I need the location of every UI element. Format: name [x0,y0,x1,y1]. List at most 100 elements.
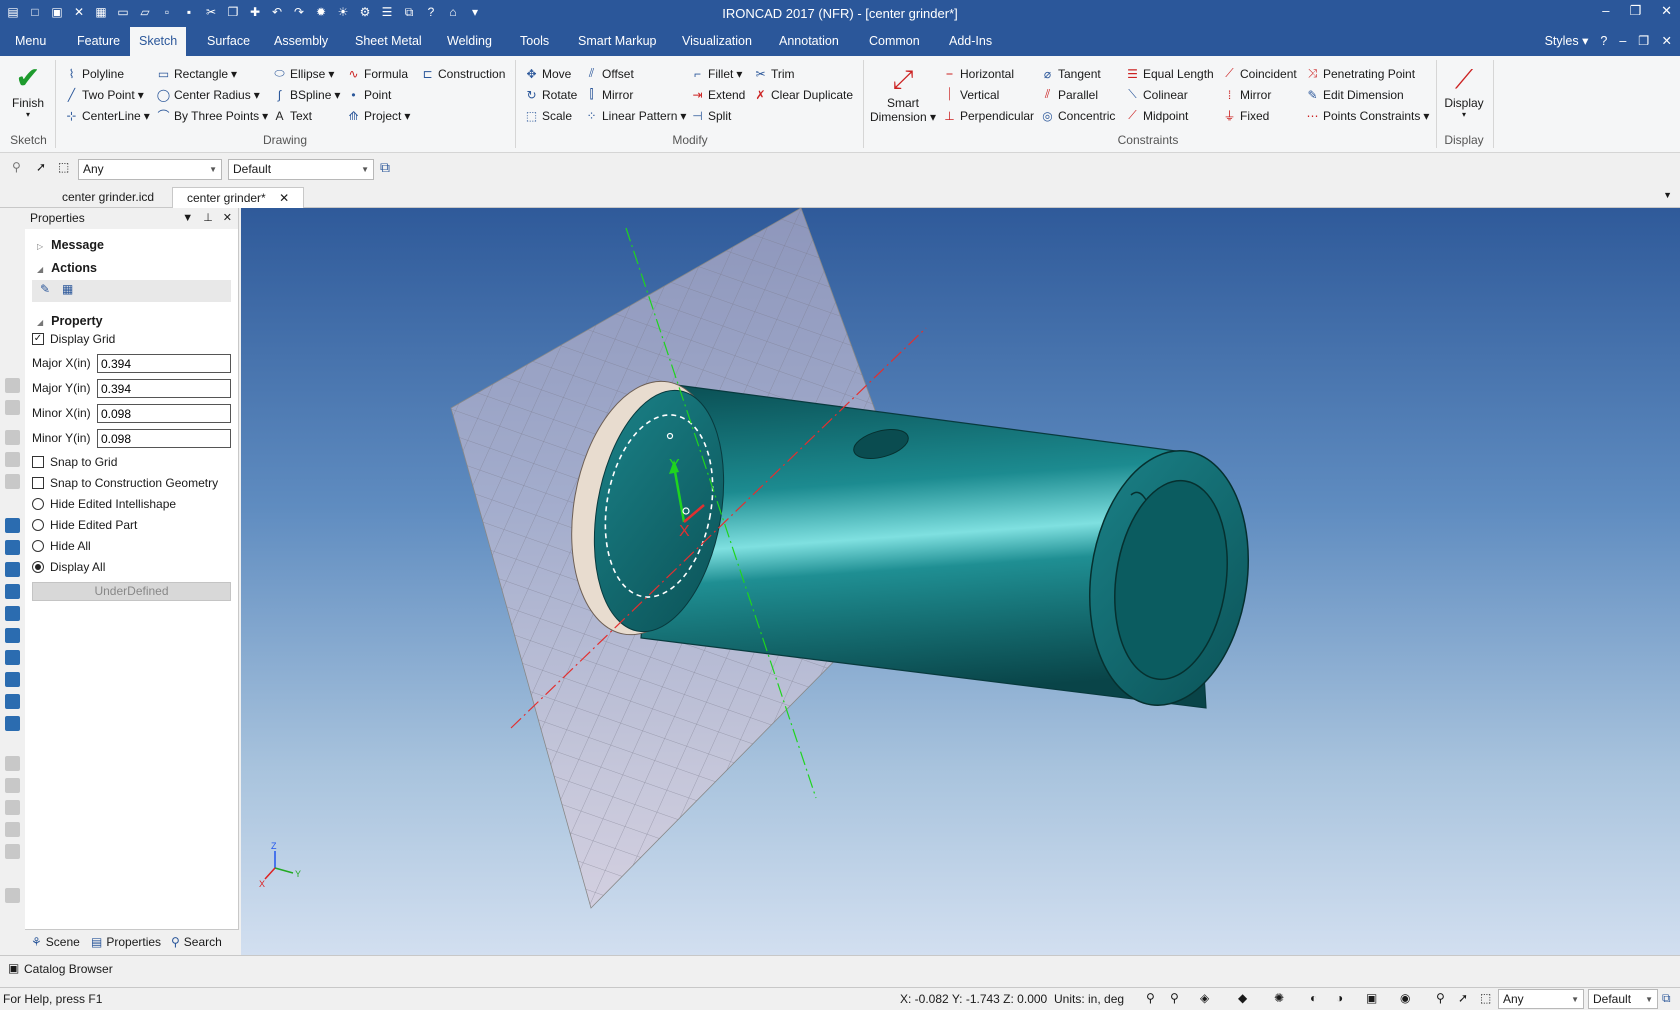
restore-icon[interactable]: ❐ [1629,3,1641,19]
display-all-radio[interactable]: Display All [32,560,105,574]
zoom-icon[interactable]: ⚲ [1146,991,1155,1005]
split-button[interactable]: ⊣ Split [690,106,731,125]
sketch-action-icon[interactable]: ▦ [62,282,73,296]
two-point-button[interactable]: ╱ Two Point ▾ [64,85,144,104]
fillet-button[interactable]: ⌐ Fillet ▾ [690,64,742,83]
hierarchy-status-icon[interactable]: ⧉ [1662,991,1671,1006]
filter-icon[interactable]: ⚲ [12,160,21,174]
status-style-dropdown[interactable]: Default ▼ [1588,989,1658,1009]
minor-y-input[interactable] [97,429,231,448]
doc-tab-center-grinder-icd[interactable]: center grinder.icd [48,187,168,208]
extend-button[interactable]: ⇥ Extend [690,85,745,104]
hide-intellishape-radio[interactable]: Hide Edited Intellishape [32,497,176,511]
edit-dimension-button[interactable]: ✎ Edit Dimension [1305,85,1403,104]
panel-menu-icon[interactable]: ▼ [182,208,193,229]
hide-all-radio[interactable]: Hide All [32,539,91,553]
tab-feature[interactable]: Feature [68,27,129,56]
points-constraints-button[interactable]: ⋯ Points Constraints ▾ [1305,106,1430,125]
tab-tools[interactable]: Tools [511,27,558,56]
selection-filter-dropdown[interactable]: Any ▼ [78,159,222,180]
linear-pattern-button[interactable]: ⁘ Linear Pattern ▾ [584,106,686,125]
construction-button[interactable]: ⊏ Construction [420,64,505,83]
search-tab[interactable]: ⚲ Search [171,935,222,949]
cone-shape-icon[interactable] [5,562,20,577]
tool-strip-icon[interactable] [5,822,20,837]
message-section[interactable]: ▷ Message [37,238,104,252]
section-view-icon[interactable]: ◑ [1336,991,1343,1005]
edit-action-icon[interactable]: ✎ [40,282,50,296]
display-button[interactable]: ⟋ Display ▾ [1440,62,1488,119]
tool-strip-icon[interactable] [5,474,20,489]
text-button[interactable]: A Text [272,106,312,125]
tab-menu[interactable]: Menu [6,27,55,56]
equal-length-button[interactable]: ☰ Equal Length [1125,64,1214,83]
help-icon[interactable]: ? [1600,27,1607,56]
tool-strip-icon[interactable] [5,844,20,859]
tool-strip-icon[interactable] [5,378,20,393]
zoom-box-icon[interactable]: ⚲ [1170,991,1179,1005]
ribbon-close-icon[interactable]: ✕ [1662,27,1672,56]
mirror-constraint-button[interactable]: ⁞ Mirror [1222,85,1272,104]
minor-x-input[interactable] [97,404,231,423]
display-mode-icon[interactable]: ▣ [1366,991,1377,1005]
view-orient-icon[interactable]: ◈ [1200,991,1209,1005]
standard-view-icon[interactable]: ◆ [1238,991,1247,1005]
concentric-button[interactable]: ◎ Concentric [1040,106,1115,125]
polyline-button[interactable]: ⌇ Polyline [64,64,124,83]
minimize-icon[interactable]: – [1602,3,1609,19]
perpendicular-button[interactable]: ⊥ Perpendicular [942,106,1034,125]
move-button[interactable]: ✥ Move [524,64,571,83]
hierarchy-icon[interactable]: ⧉ [380,159,390,176]
project-button[interactable]: ⟰ Project ▾ [346,106,410,125]
close-tab-icon[interactable]: ✕ [279,191,289,205]
vertical-button[interactable]: ⏐ Vertical [942,85,999,104]
styles-menu[interactable]: Styles ▾ [1545,27,1589,56]
tool-strip-icon[interactable] [5,800,20,815]
filter-status-icon[interactable]: ⚲ [1436,991,1445,1005]
box-shape-icon[interactable] [5,716,20,731]
tool-strip-icon[interactable] [5,452,20,467]
mirror-button[interactable]: ⫿ Mirror [584,85,634,104]
tool-strip-icon[interactable] [5,778,20,793]
tab-sheet-metal[interactable]: Sheet Metal [346,27,431,56]
scale-button[interactable]: ⬚ Scale [524,106,572,125]
ribbon-restore-icon[interactable]: ❐ [1638,27,1649,56]
horizontal-button[interactable]: ⎯ Horizontal [942,64,1014,83]
tab-surface[interactable]: Surface [198,27,259,56]
tab-add-ins[interactable]: Add-Ins [940,27,1001,56]
select-arrow-icon[interactable]: ➚ [36,160,46,174]
display-grid-checkbox[interactable]: ✓ Display Grid [32,332,115,346]
parallel-button[interactable]: ⫽ Parallel [1040,85,1098,104]
snap-construction-checkbox[interactable]: Snap to Construction Geometry [32,476,218,490]
tool-strip-icon[interactable] [5,888,20,903]
tab-annotation[interactable]: Annotation [770,27,848,56]
major-x-input[interactable] [97,354,231,373]
ribbon-minimize-icon[interactable]: – [1619,27,1626,56]
colinear-button[interactable]: ⟍ Colinear [1125,85,1187,104]
tab-assembly[interactable]: Assembly [265,27,337,56]
pipe-shape-icon[interactable] [5,694,20,709]
block-shape-icon[interactable] [5,518,20,533]
fixed-button[interactable]: ⏚ Fixed [1222,106,1269,125]
3d-viewport[interactable]: Y X Z Y X [241,208,1680,955]
penetrating-point-button[interactable]: ⤨ Penetrating Point [1305,64,1415,83]
smart-dimension-button[interactable]: ⤢ Smart Dimension ▾ [868,62,938,124]
camera-icon[interactable]: ◉ [1400,991,1410,1005]
select-mode-status-icon[interactable]: ⬚ [1480,991,1491,1005]
rectangle-button[interactable]: ▭ Rectangle ▾ [156,64,237,83]
tabs-overflow-icon[interactable]: ▼ [1663,190,1672,200]
tool-strip-icon[interactable] [5,400,20,415]
tab-sketch[interactable]: Sketch [130,27,187,56]
midpoint-button[interactable]: ⟋ Midpoint [1125,106,1188,125]
scene-tab[interactable]: ⚘ Scene [31,935,80,949]
checkbox-checked[interactable]: ✓ [32,333,44,345]
doc-tab-center-grinder-active[interactable]: center grinder* ✕ [172,187,305,208]
select-status-icon[interactable]: ➚ [1458,991,1468,1005]
trim-button[interactable]: ✂ Trim [753,64,794,83]
tool-strip-icon[interactable] [5,430,20,445]
three-points-button[interactable]: ⌒ By Three Points ▾ [156,106,268,125]
style-dropdown[interactable]: Default ▼ [228,159,374,180]
formula-button[interactable]: ∿ Formula [346,64,408,83]
bspline-button[interactable]: ∫ BSpline ▾ [272,85,341,104]
properties-tab[interactable]: ▤ Properties [91,935,161,949]
